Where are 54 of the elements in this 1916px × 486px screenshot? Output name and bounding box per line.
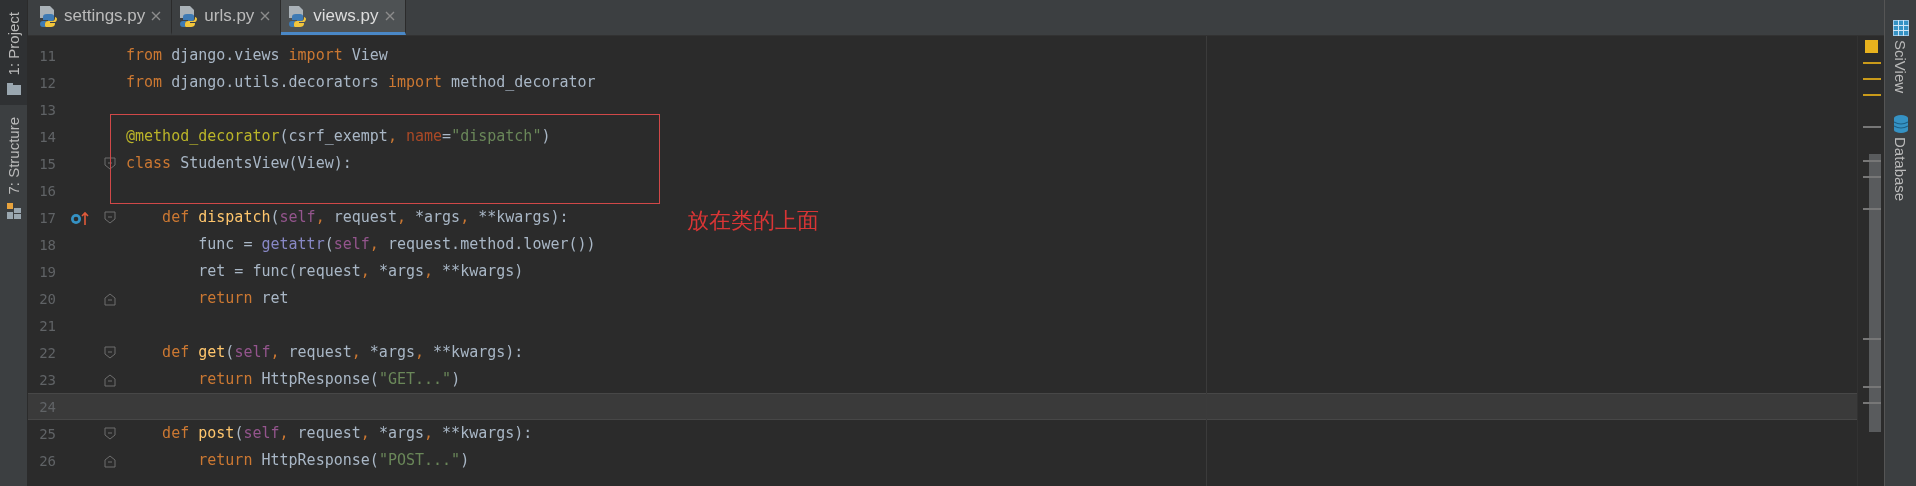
code-line: class StudentsView(View):: [126, 153, 352, 174]
line-number: 19: [38, 263, 56, 280]
code-line: from django.utils.decorators import method_decorator: [126, 72, 596, 93]
code-line: from django.views import View: [126, 45, 388, 66]
scrollbar-thumb[interactable]: [1869, 154, 1881, 432]
file-tab[interactable]: views.py: [281, 0, 406, 35]
line-number: 13: [38, 101, 56, 118]
code-line: def get(self, request, *args, **kwargs):: [161, 342, 524, 363]
fold-marker-icon[interactable]: [104, 426, 116, 441]
fold-marker-icon[interactable]: [104, 345, 116, 360]
code-line: return HttpResponse("GET..."): [197, 369, 461, 390]
database-icon: [1892, 115, 1909, 134]
line-number: 20: [38, 290, 56, 307]
python-file-icon: [178, 5, 199, 27]
close-icon[interactable]: [384, 11, 395, 21]
close-icon[interactable]: [260, 11, 271, 21]
line-number: 18: [38, 236, 56, 253]
fold-marker-icon[interactable]: [104, 210, 116, 225]
code-line: def dispatch(self, request, *args, **kwargs):: [161, 207, 569, 228]
code-line: func = getattr(self, request.method.lower()): [197, 234, 596, 255]
annotation-text: 放在类的上面: [687, 207, 819, 235]
code-line: @method_decorator(csrf_exempt, name="dispatch"): [126, 126, 551, 147]
tool-window-button[interactable]: SciView: [1885, 20, 1916, 94]
structure-icon: [6, 202, 21, 219]
line-number: 12: [38, 74, 56, 91]
python-file-icon: [287, 5, 308, 27]
fold-marker-icon[interactable]: [104, 453, 116, 468]
fold-marker-icon[interactable]: [104, 372, 116, 387]
code-line: return ret: [197, 288, 289, 309]
file-tab[interactable]: urls.py: [172, 0, 282, 35]
line-number: 26: [38, 452, 56, 469]
override-marker-icon[interactable]: [70, 209, 90, 226]
code-line: def post(self, request, *args, **kwargs):: [161, 423, 533, 444]
line-number: 23: [38, 371, 56, 388]
line-number: 11: [38, 47, 56, 64]
line-number: 21: [38, 317, 56, 334]
line-number: 15: [38, 155, 56, 172]
line-number: 17: [38, 209, 56, 226]
fold-marker-icon[interactable]: [104, 156, 116, 171]
line-number: 14: [38, 128, 56, 145]
fold-marker-icon[interactable]: [104, 291, 116, 306]
line-number: 16: [38, 182, 56, 199]
table-icon: [1892, 20, 1909, 36]
tool-window-button[interactable]: Database: [1885, 115, 1916, 202]
tool-window-button[interactable]: 7: Structure: [0, 105, 27, 229]
line-number: 22: [38, 344, 56, 361]
python-file-icon: [38, 5, 58, 27]
tool-window-button[interactable]: 1: Project: [0, 0, 27, 106]
close-icon[interactable]: [151, 11, 162, 21]
code-line: return HttpResponse("POST..."): [197, 450, 470, 471]
folder-icon: [6, 83, 21, 96]
line-number: 25: [38, 425, 56, 442]
code-line: ret = func(request, *args, **kwargs): [197, 261, 524, 282]
file-tab[interactable]: settings.py: [32, 0, 173, 35]
